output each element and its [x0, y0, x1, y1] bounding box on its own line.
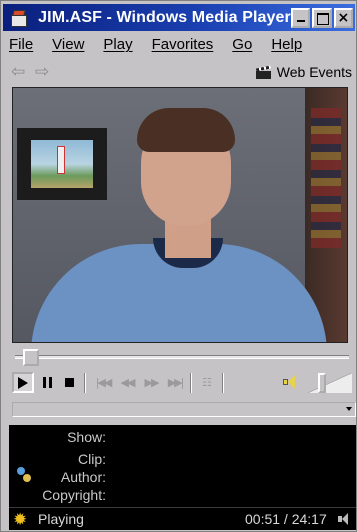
- playlist-icon: ☷: [202, 376, 212, 389]
- controls-divider: [84, 373, 86, 393]
- forward-arrow-icon[interactable]: ⇨: [35, 64, 53, 81]
- media-player-app-icon[interactable]: [9, 7, 30, 29]
- playlist-button[interactable]: ☷: [196, 372, 218, 393]
- title-bar[interactable]: JIM.ASF - Windows Media Player ×: [3, 4, 355, 31]
- seek-bar-thumb[interactable]: [23, 349, 40, 366]
- video-person-hair: [137, 108, 235, 152]
- web-events-button[interactable]: Web Events: [255, 64, 352, 80]
- web-events-label: Web Events: [276, 64, 352, 80]
- controls-divider: [190, 373, 192, 393]
- media-player-window: JIM.ASF - Windows Media Player × File Vi…: [0, 0, 357, 532]
- play-button[interactable]: [12, 372, 34, 393]
- minimize-button[interactable]: [290, 7, 311, 28]
- seek-bar[interactable]: [15, 355, 349, 359]
- back-arrow-icon[interactable]: ⇦: [11, 64, 29, 81]
- chevron-down-icon: [346, 407, 352, 411]
- elapsed-time: 00:51 / 24:17: [245, 511, 327, 527]
- playback-controls: |◀◀ ◀◀ ▶▶ ▶▶| ☷: [12, 371, 352, 395]
- stop-button[interactable]: [58, 372, 80, 393]
- fast-forward-icon: ▶▶: [144, 376, 160, 389]
- menu-help[interactable]: Help: [271, 36, 302, 58]
- show-label: Show:: [67, 429, 106, 445]
- playing-status-icon: ✹: [13, 510, 28, 530]
- skip-forward-button[interactable]: ▶▶|: [164, 372, 186, 393]
- window-title: JIM.ASF - Windows Media Player: [38, 8, 291, 26]
- mute-button[interactable]: [282, 373, 300, 391]
- clip-info-icon: [17, 467, 33, 483]
- volume-slider[interactable]: [308, 373, 352, 393]
- video-picture-frame: [17, 128, 107, 200]
- pause-icon: [42, 377, 52, 388]
- volume-thumb[interactable]: [318, 373, 326, 393]
- navigation-toolbar: ⇦ ⇨ Web Events: [7, 62, 355, 84]
- volume-ramp: [308, 373, 352, 393]
- skip-back-button[interactable]: |◀◀: [92, 372, 114, 393]
- controls-divider: [222, 373, 224, 393]
- menu-play[interactable]: Play: [103, 36, 132, 58]
- close-button[interactable]: ×: [333, 7, 354, 28]
- skip-back-icon: |◀◀: [95, 376, 113, 389]
- rewind-icon: ◀◀: [120, 376, 136, 389]
- media-dropdown[interactable]: [12, 402, 356, 417]
- skip-forward-icon: ▶▶|: [167, 376, 185, 389]
- playback-status: Playing: [38, 511, 84, 527]
- menu-favorites[interactable]: Favorites: [152, 36, 214, 58]
- maximize-button[interactable]: [312, 7, 332, 28]
- menu-bar: File View Play Favorites Go Help: [9, 36, 321, 58]
- fast-forward-button[interactable]: ▶▶: [140, 372, 162, 393]
- menu-view[interactable]: View: [52, 36, 84, 58]
- play-icon: [18, 376, 28, 389]
- stop-icon: [64, 378, 74, 387]
- status-bar: ✹ Playing 00:51 / 24:17: [9, 507, 356, 530]
- rewind-button[interactable]: ◀◀: [116, 372, 138, 393]
- status-speaker-icon[interactable]: [338, 512, 350, 526]
- video-display[interactable]: [12, 87, 348, 343]
- author-label: Author:: [60, 469, 106, 485]
- clip-label: Clip:: [77, 451, 106, 467]
- clip-info-panel: Show: Clip: Author: Copyright:: [9, 425, 356, 507]
- clapperboard-icon: [255, 64, 271, 79]
- copyright-label: Copyright:: [42, 487, 106, 503]
- menu-go[interactable]: Go: [232, 36, 252, 58]
- pause-button[interactable]: [36, 372, 58, 393]
- menu-file[interactable]: File: [9, 36, 33, 58]
